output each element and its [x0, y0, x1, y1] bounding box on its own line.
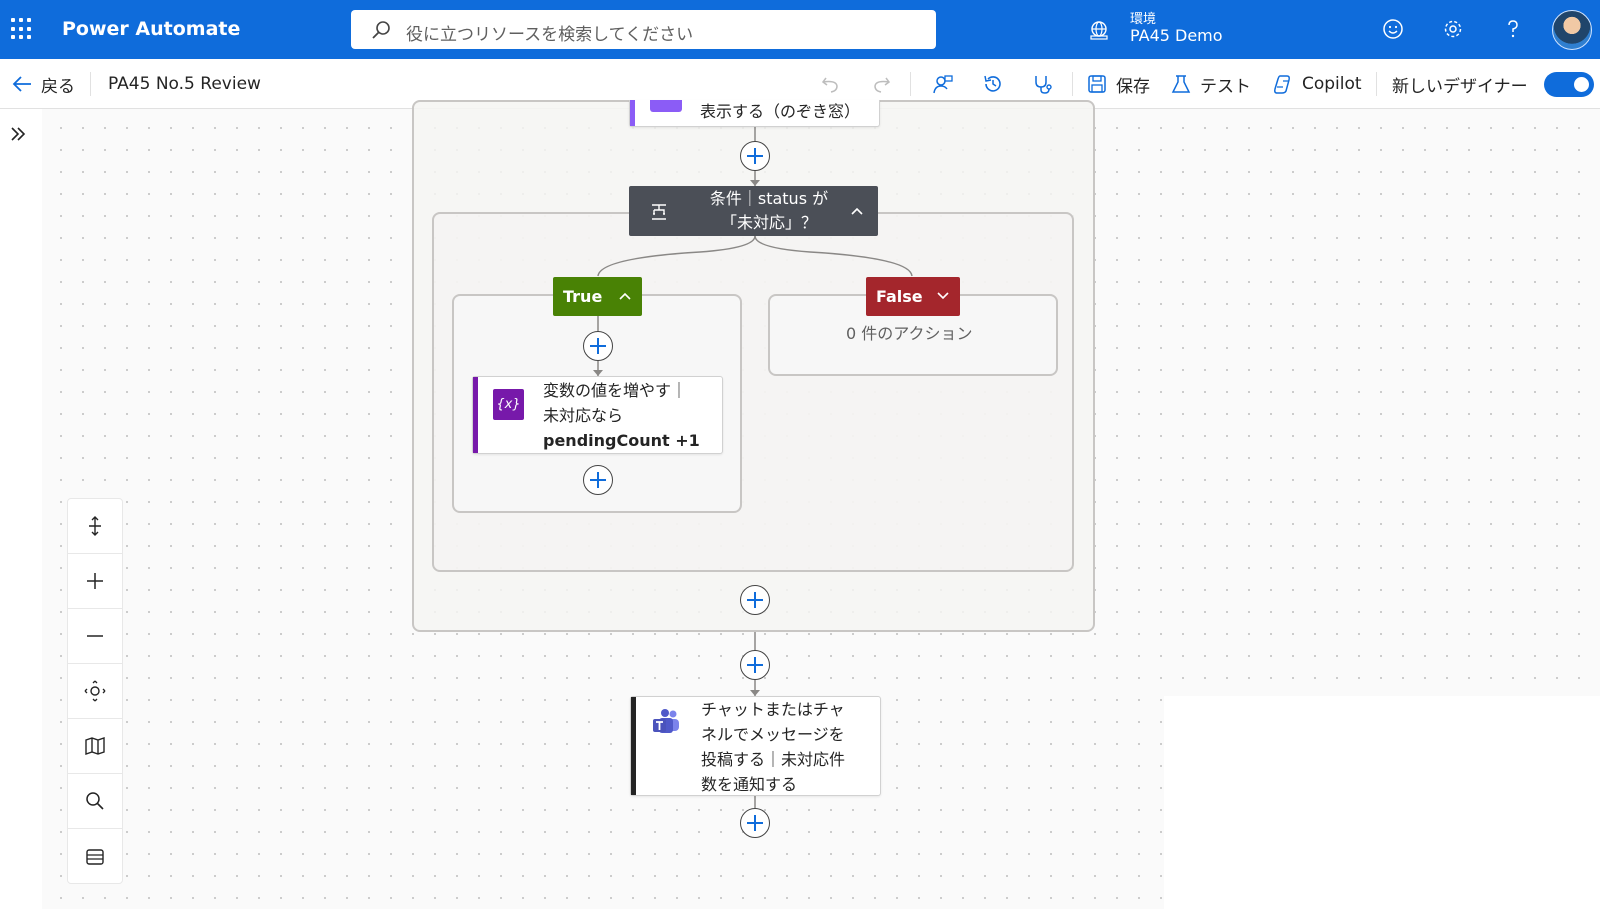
divider: [910, 72, 911, 96]
teams-line3: 投稿する｜未対応件: [701, 750, 846, 769]
condition-title-line2: 「未対応」？: [720, 213, 817, 232]
flow-name[interactable]: PA45 No.5 Review: [108, 59, 261, 109]
add-step-button[interactable]: [583, 465, 613, 495]
stack-icon: [86, 848, 104, 865]
copilot-icon: [1274, 75, 1290, 94]
condition-card[interactable]: 条件｜status が 「未対応」？: [629, 186, 878, 236]
top-action-card[interactable]: 表示する（のぞき窓）: [629, 100, 880, 127]
condition-title-line1: 条件｜status が: [709, 189, 829, 208]
chevron-up-icon[interactable]: [850, 204, 864, 218]
environment-picker[interactable]: 環境 PA45 Demo: [1088, 8, 1288, 52]
minus-icon: [87, 635, 103, 637]
teams-action-title: チャットまたはチャ ネルでメッセージを 投稿する｜未対応件 数を通知する: [701, 697, 845, 797]
increment-line1: 変数の値を増やす｜: [543, 381, 688, 400]
redo-icon: [874, 77, 891, 93]
add-step-button[interactable]: [583, 331, 613, 361]
map-icon: [85, 737, 105, 755]
teams-line1: チャットまたはチャ: [701, 700, 845, 719]
avatar[interactable]: [1552, 10, 1592, 50]
chevron-down-icon[interactable]: [936, 289, 950, 303]
action-color-bar: [473, 377, 478, 453]
feedback-smiley-icon[interactable]: [1382, 18, 1404, 40]
globe-icon: [1090, 21, 1108, 40]
true-label: True: [563, 287, 603, 306]
environment-label: 環境: [1130, 12, 1157, 27]
true-branch-header[interactable]: True: [553, 277, 642, 316]
app-launcher-icon[interactable]: [11, 18, 33, 40]
search-input[interactable]: 役に立つリソースを検索してください: [406, 20, 693, 45]
increment-line3: pendingCount +1: [543, 431, 700, 450]
collapse-all-button[interactable]: [68, 829, 122, 884]
increment-line2: 未対応なら: [543, 406, 624, 425]
increment-action-title: 変数の値を増やす｜ 未対応なら pendingCount +1: [543, 378, 700, 453]
divider: [90, 72, 91, 96]
fit-view-button[interactable]: [68, 664, 122, 719]
false-label: False: [876, 287, 923, 306]
top-action-title: 表示する（のぞき窓）: [700, 102, 861, 121]
action-icon: [650, 100, 682, 112]
add-step-button[interactable]: [740, 141, 770, 171]
new-designer-label: 新しいデザイナー: [1392, 76, 1528, 97]
divider: [1376, 72, 1377, 96]
help-icon[interactable]: [1502, 18, 1524, 40]
teams-post-message-card[interactable]: チャットまたはチャ ネルでメッセージを 投稿する｜未対応件 数を通知する: [630, 696, 881, 796]
search-box[interactable]: 役に立つリソースを検索してください: [351, 10, 936, 49]
back-label: 戻る: [41, 76, 75, 97]
stethoscope-icon: [1035, 76, 1052, 94]
arrows-vertical-icon: [89, 516, 101, 536]
left-rail: [0, 109, 42, 909]
chevron-up-icon[interactable]: [618, 289, 632, 303]
minimap-button[interactable]: [68, 719, 122, 774]
add-step-button[interactable]: [740, 808, 770, 838]
save-label: 保存: [1116, 76, 1150, 97]
teams-line2: ネルでメッセージを: [701, 725, 845, 744]
environment-value: PA45 Demo: [1130, 26, 1223, 45]
new-designer-toggle[interactable]: [1544, 72, 1594, 97]
copilot-label: Copilot: [1302, 74, 1362, 94]
fit-vertical-button[interactable]: [68, 499, 122, 554]
condition-icon: [652, 204, 666, 220]
action-color-bar: [630, 100, 635, 126]
save-button[interactable]: 保存: [1086, 59, 1150, 109]
search-canvas-button[interactable]: [68, 774, 122, 829]
teams-line4: 数を通知する: [701, 775, 798, 794]
undo-icon: [821, 77, 838, 93]
false-branch-header[interactable]: False: [866, 277, 960, 316]
save-icon: [1088, 75, 1106, 93]
search-icon: [372, 21, 390, 39]
beaker-icon: [1171, 75, 1191, 93]
variable-icon: {x}: [493, 389, 524, 420]
zoom-in-button[interactable]: [68, 554, 122, 609]
arrow-left-icon: [12, 76, 31, 92]
increment-variable-card[interactable]: {x} 変数の値を増やす｜ 未対応なら pendingCount +1: [472, 376, 723, 454]
action-color-bar: [631, 697, 636, 795]
person-feedback-icon: [933, 75, 953, 94]
test-label: テスト: [1200, 76, 1251, 97]
top-header: Power Automate 役に立つリソースを検索してください 環境 PA45…: [0, 0, 1600, 59]
copilot-button[interactable]: Copilot: [1272, 59, 1362, 109]
zoom-out-button[interactable]: [68, 609, 122, 664]
search-icon: [86, 792, 104, 810]
canvas-toolbox: [67, 498, 123, 884]
condition-title: 条件｜status が 「未対応」？: [689, 187, 849, 235]
app-title[interactable]: Power Automate: [62, 18, 240, 40]
gear-icon[interactable]: [1442, 18, 1464, 40]
add-step-button[interactable]: [740, 585, 770, 615]
plus-icon: [87, 573, 103, 589]
fit-view-icon: [84, 680, 106, 702]
add-step-button[interactable]: [740, 650, 770, 680]
test-button[interactable]: テスト: [1170, 59, 1251, 109]
divider: [1072, 72, 1073, 96]
teams-icon: [653, 709, 679, 733]
history-icon: [984, 75, 1001, 92]
canvas-overlay-panel: [1164, 696, 1600, 909]
false-empty-text: 0 件のアクション: [846, 324, 973, 343]
expand-panel-icon[interactable]: [8, 124, 28, 144]
back-button[interactable]: 戻る: [11, 59, 75, 109]
